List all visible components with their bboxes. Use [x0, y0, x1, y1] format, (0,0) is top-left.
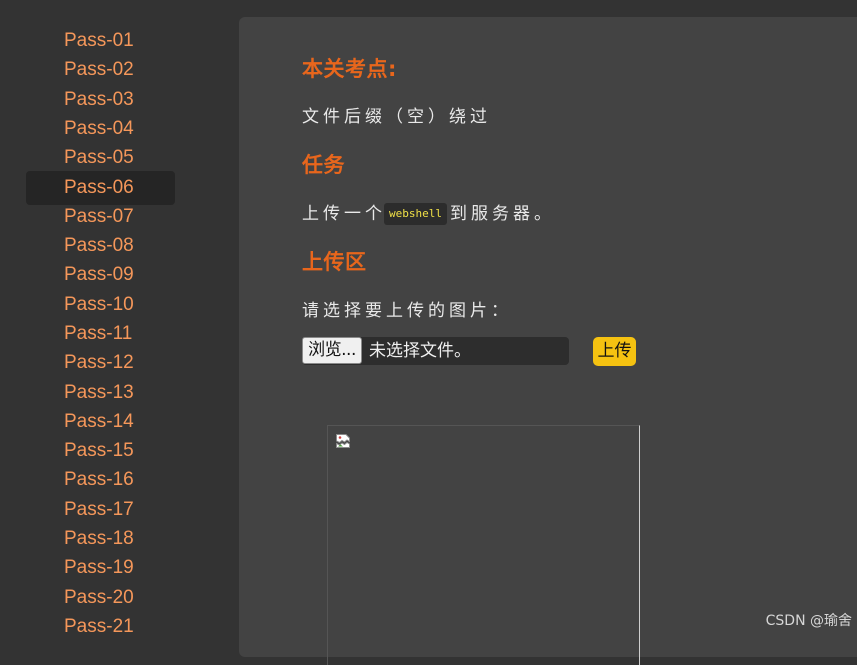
nav-item-pass-08: Pass-08	[0, 231, 238, 260]
csdn-watermark: CSDN @瑜舍	[765, 613, 852, 629]
nav-item-pass-03: Pass-03	[0, 85, 238, 114]
task-text-after: 到服务器。	[449, 204, 555, 224]
nav-item-pass-19: Pass-19	[0, 553, 238, 582]
nav-item-pass-05: Pass-05	[0, 143, 238, 172]
nav-item-pass-01: Pass-01	[0, 26, 238, 55]
nav-item-pass-18: Pass-18	[0, 524, 238, 553]
file-input[interactable]: 浏览... 未选择文件。	[302, 337, 569, 365]
nav-item-pass-11: Pass-11	[0, 319, 238, 348]
nav-item-pass-07: Pass-07	[0, 202, 238, 231]
image-preview	[327, 425, 640, 665]
task-text: 上传一个 webshell 到服务器。	[302, 201, 822, 227]
nav-item-pass-04: Pass-04	[0, 114, 238, 143]
nav-item-pass-16: Pass-16	[0, 465, 238, 494]
nav-item-pass-13: Pass-13	[0, 378, 238, 407]
broken-image-icon	[336, 434, 350, 448]
nav-item-pass-10: Pass-10	[0, 290, 238, 319]
nav-item-pass-06: Pass-06	[0, 171, 238, 206]
pass-nav-list: Pass-01 Pass-02 Pass-03 Pass-04 Pass-05 …	[0, 26, 238, 641]
section-heading-upload: 上传区	[302, 250, 367, 274]
browse-button[interactable]: 浏览...	[302, 337, 362, 364]
nav-link-pass-21[interactable]: Pass-21	[26, 612, 175, 646]
nav-item-pass-20: Pass-20	[0, 583, 238, 612]
nav-item-pass-14: Pass-14	[0, 407, 238, 436]
section-heading-task: 任务	[302, 153, 345, 177]
file-status-text: 未选择文件。	[369, 341, 471, 361]
upload-prompt: 请选择要上传的图片：	[302, 301, 512, 321]
section-heading-test-point: 本关考点:	[302, 57, 397, 81]
nav-item-pass-15: Pass-15	[0, 436, 238, 465]
nav-item-pass-21: Pass-21	[0, 612, 238, 641]
nav-item-pass-02: Pass-02	[0, 55, 238, 84]
nav-item-pass-12: Pass-12	[0, 348, 238, 377]
task-text-before: 上传一个	[302, 204, 386, 224]
test-point-text: 文件后缀（空）绕过	[302, 107, 491, 127]
content-area: 本关考点: 文件后缀（空）绕过 任务 上传一个 webshell 到服务器。 上传区…	[302, 55, 822, 366]
main-panel: 本关考点: 文件后缀（空）绕过 任务 上传一个 webshell 到服务器。 上传区…	[239, 17, 857, 665]
nav-link-pass-06-active[interactable]: Pass-06	[26, 171, 175, 206]
sidebar: Pass-01 Pass-02 Pass-03 Pass-04 Pass-05 …	[0, 0, 238, 637]
upload-form: 浏览... 未选择文件。 上传	[302, 336, 822, 366]
upload-button[interactable]: 上传	[593, 337, 636, 366]
nav-item-pass-09: Pass-09	[0, 260, 238, 289]
webshell-code: webshell	[384, 203, 447, 225]
nav-item-pass-17: Pass-17	[0, 495, 238, 524]
